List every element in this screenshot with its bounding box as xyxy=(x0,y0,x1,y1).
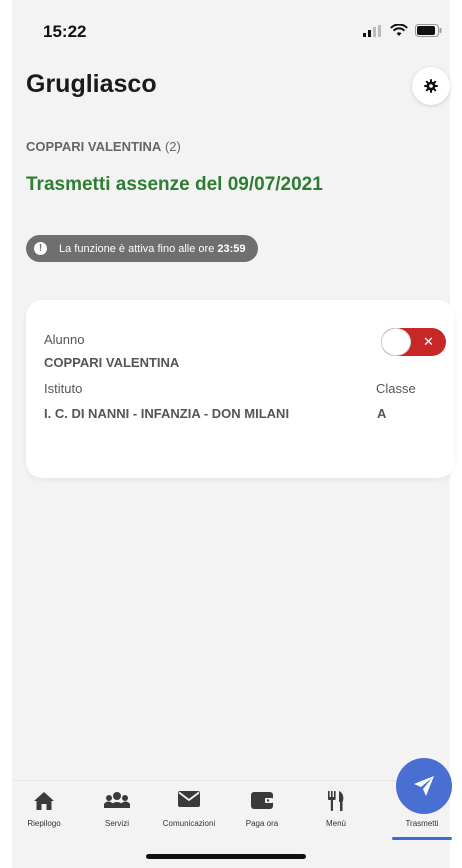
student-header: COPPARI VALENTINA (2) xyxy=(26,139,181,154)
send-fab-button[interactable] xyxy=(396,758,452,814)
student-name: COPPARI VALENTINA xyxy=(26,139,162,154)
page-subtitle: Trasmetti assenze del 09/07/2021 xyxy=(26,174,323,195)
bottom-tab-bar: Riepilogo Servizi Comunicazioni Paga ora… xyxy=(12,780,452,844)
tab-comunicazioni[interactable]: Comunicazioni xyxy=(153,781,225,844)
page-title: Grugliasco xyxy=(26,70,157,98)
status-icons xyxy=(363,24,442,37)
signal-icon xyxy=(363,24,381,37)
istituto-label: Istituto xyxy=(44,381,83,396)
wallet-icon xyxy=(251,792,273,809)
settings-button[interactable] xyxy=(412,67,450,105)
info-banner: ! La funzione è attiva fino alle ore 23:… xyxy=(26,235,258,262)
gear-icon xyxy=(424,79,438,93)
info-text-group: La funzione è attiva fino alle ore 23:59 xyxy=(59,243,246,255)
tab-servizi-label: Servizi xyxy=(104,819,129,828)
info-text: La funzione è attiva fino alle ore xyxy=(59,242,215,255)
home-icon xyxy=(34,792,54,810)
active-tab-indicator xyxy=(392,837,452,840)
classe-label: Classe xyxy=(376,381,416,396)
battery-icon xyxy=(415,24,442,37)
status-time: 15:22 xyxy=(43,22,87,41)
absence-toggle[interactable]: ✕ xyxy=(381,328,446,356)
classe-value: A xyxy=(377,406,387,421)
wifi-icon xyxy=(390,24,408,36)
alunno-label: Alunno xyxy=(44,332,85,347)
info-time: 23:59 xyxy=(217,242,246,255)
student-card: Alunno COPPARI VALENTINA Istituto I. C. … xyxy=(26,300,454,478)
utensils-icon xyxy=(328,791,344,811)
home-indicator xyxy=(146,854,306,859)
istituto-value: I. C. DI NANNI - INFANZIA - DON MILANI xyxy=(44,406,290,421)
alunno-value: COPPARI VALENTINA xyxy=(44,355,180,370)
tab-menu[interactable]: Menù xyxy=(300,781,372,844)
close-icon: ✕ xyxy=(423,334,434,349)
envelope-icon xyxy=(178,791,200,807)
tab-menu-label: Menù xyxy=(325,819,346,828)
tab-comunicazioni-label: Comunicazioni xyxy=(162,819,216,828)
status-bar: 15:22 xyxy=(12,0,450,60)
toggle-knob xyxy=(381,328,411,356)
tab-riepilogo-label: Riepilogo xyxy=(27,819,61,828)
tab-servizi[interactable]: Servizi xyxy=(81,781,153,844)
tab-trasmetti-label: Trasmetti xyxy=(405,819,439,828)
users-icon xyxy=(104,792,130,808)
paper-plane-icon xyxy=(414,776,434,796)
tab-paga-ora-label: Paga ora xyxy=(245,819,279,828)
info-icon: ! xyxy=(34,242,47,255)
app-screen: 15:22 Grugliasco COPPARI VALENTINA (2) T… xyxy=(12,0,454,868)
tab-riepilogo[interactable]: Riepilogo xyxy=(8,781,80,844)
student-count: (2) xyxy=(164,139,181,154)
tab-paga-ora[interactable]: Paga ora xyxy=(226,781,298,844)
